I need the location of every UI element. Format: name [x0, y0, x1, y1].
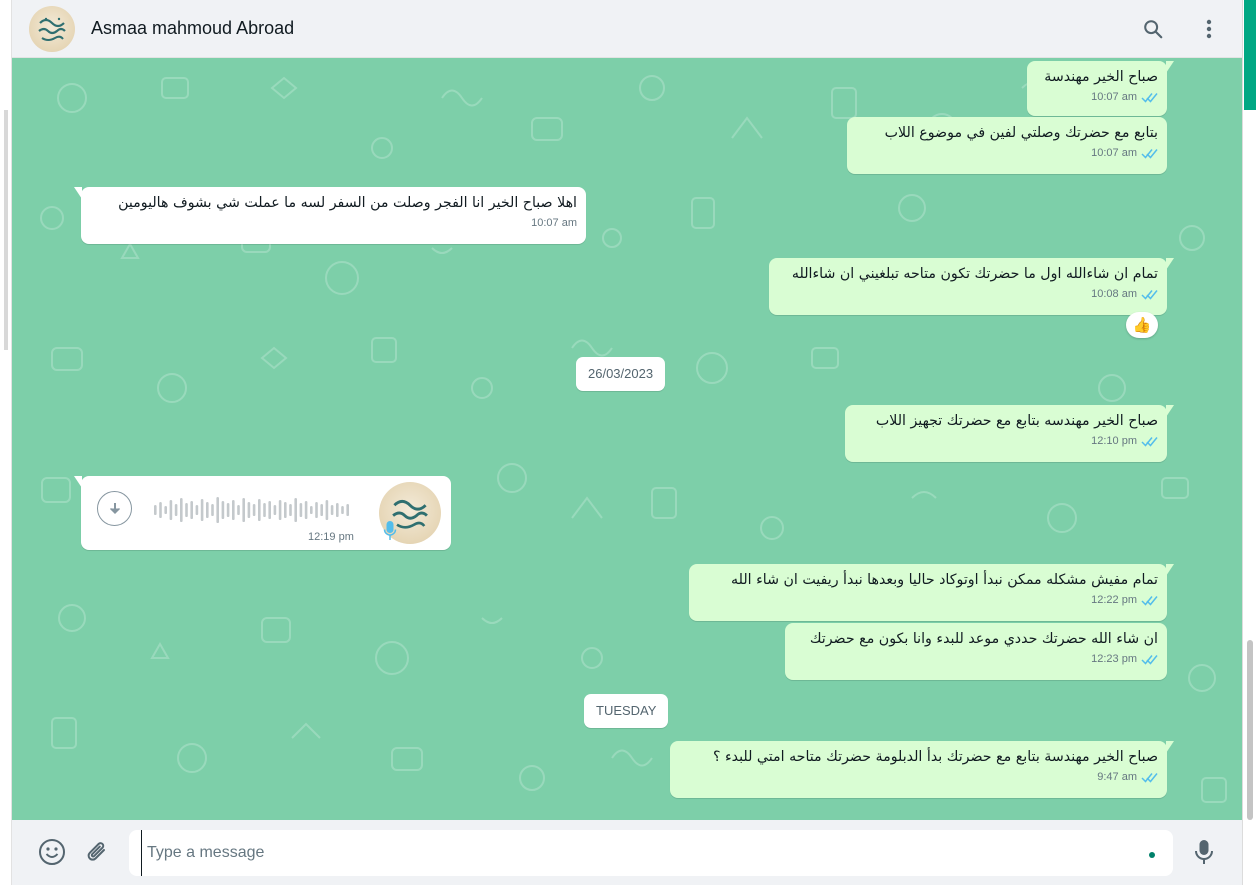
- bubble-tail: [1166, 405, 1174, 417]
- double-check-read-icon: [1141, 595, 1158, 606]
- message-bubble-outgoing[interactable]: بتابع مع حضرتك وصلتي لفين في موضوع اللاب…: [847, 117, 1167, 174]
- message-time: 12:22 pm: [1091, 594, 1137, 606]
- bubble-tail: [1166, 61, 1174, 73]
- message-time: 12:10 pm: [1091, 435, 1137, 447]
- message-input[interactable]: [141, 830, 1121, 876]
- message-time: 12:23 pm: [1091, 653, 1137, 665]
- message-composer: [12, 820, 1242, 885]
- page-scrollbar[interactable]: [1242, 0, 1256, 885]
- avatar-calligraphy-logo: [38, 17, 66, 41]
- contact-name[interactable]: Asmaa mahmoud Abroad: [91, 18, 294, 39]
- message-text: صباح الخير مهندسه بتابع مع حضرتك تجهيز ا…: [875, 413, 1158, 429]
- message-time: 12:19 pm: [308, 531, 354, 543]
- double-check-read-icon: [1141, 148, 1158, 159]
- message-bubble-outgoing[interactable]: صباح الخير مهندسة بتابع مع حضرتك بدأ الد…: [670, 741, 1174, 798]
- message-time: 10:07 am: [1091, 91, 1137, 103]
- message-time: 10:08 am: [1091, 288, 1137, 300]
- message-bubble-outgoing[interactable]: تمام مفيش مشكله ممكن نبدأ اوتوكاد حاليا …: [689, 564, 1174, 621]
- voice-waveform[interactable]: [154, 496, 354, 524]
- menu-dots-icon[interactable]: [1196, 16, 1222, 42]
- bubble-tail: [1166, 564, 1174, 576]
- mic-icon[interactable]: [1189, 837, 1219, 867]
- message-bubble-outgoing[interactable]: صباح الخير مهندسة 10:07 am: [1027, 61, 1174, 116]
- message-bubble-outgoing[interactable]: صباح الخير مهندسه بتابع مع حضرتك تجهيز ا…: [845, 405, 1174, 462]
- double-check-read-icon: [1141, 436, 1158, 447]
- mic-badge-icon: [383, 521, 397, 540]
- voice-message-bubble[interactable]: 12:19 pm: [74, 476, 451, 550]
- message-text: ان شاء الله حضرتك حددي موعد للبدء وانا ب…: [809, 631, 1158, 647]
- scrollbar-accent: [1244, 0, 1256, 110]
- bubble-tail: [1166, 258, 1174, 270]
- message-text: صباح الخير مهندسة بتابع مع حضرتك بدأ الد…: [712, 749, 1158, 765]
- message-text: تمام مفيش مشكله ممكن نبدأ اوتوكاد حاليا …: [731, 572, 1158, 588]
- message-time: 10:07 am: [1091, 147, 1137, 159]
- chat-header: Asmaa mahmoud Abroad: [12, 0, 1242, 58]
- emoji-icon[interactable]: [37, 837, 67, 867]
- message-text: اهلا صباح الخير انا الفجر وصلت من السفر …: [118, 195, 577, 211]
- message-input-container[interactable]: [129, 830, 1173, 876]
- left-panel-divider: [4, 110, 8, 350]
- chat-area[interactable]: صباح الخير مهندسة 10:07 am بتابع مع حضرت…: [12, 58, 1242, 820]
- left-panel-edge: [0, 0, 12, 885]
- message-text: بتابع مع حضرتك وصلتي لفين في موضوع اللاب: [884, 125, 1158, 141]
- download-icon[interactable]: [97, 491, 132, 526]
- date-divider: TUESDAY: [584, 694, 669, 728]
- bubble-tail: [1166, 741, 1174, 753]
- status-dot: [1149, 852, 1155, 858]
- double-check-read-icon: [1141, 772, 1158, 783]
- message-bubble-outgoing[interactable]: ان شاء الله حضرتك حددي موعد للبدء وانا ب…: [785, 623, 1167, 680]
- message-text: تمام ان شاءالله اول ما حضرتك تكون متاحه …: [791, 266, 1158, 282]
- contact-avatar[interactable]: [29, 5, 75, 52]
- double-check-read-icon: [1141, 92, 1158, 103]
- message-bubble-incoming[interactable]: اهلا صباح الخير انا الفجر وصلت من السفر …: [74, 187, 586, 244]
- scrollbar-thumb[interactable]: [1247, 640, 1253, 820]
- message-time: 10:07 am: [531, 217, 577, 229]
- message-time: 9:47 am: [1097, 771, 1137, 783]
- thumbs-up-reaction-icon[interactable]: 👍: [1126, 312, 1158, 338]
- message-bubble-outgoing[interactable]: تمام ان شاءالله اول ما حضرتك تكون متاحه …: [769, 258, 1174, 315]
- date-divider: 26/03/2023: [576, 357, 666, 391]
- message-text: صباح الخير مهندسة: [1044, 69, 1158, 85]
- double-check-read-icon: [1141, 289, 1158, 300]
- bubble-tail: [74, 187, 82, 199]
- double-check-read-icon: [1141, 654, 1158, 665]
- bubble-tail: [74, 476, 82, 488]
- paperclip-icon[interactable]: [82, 837, 112, 867]
- search-icon[interactable]: [1140, 16, 1166, 42]
